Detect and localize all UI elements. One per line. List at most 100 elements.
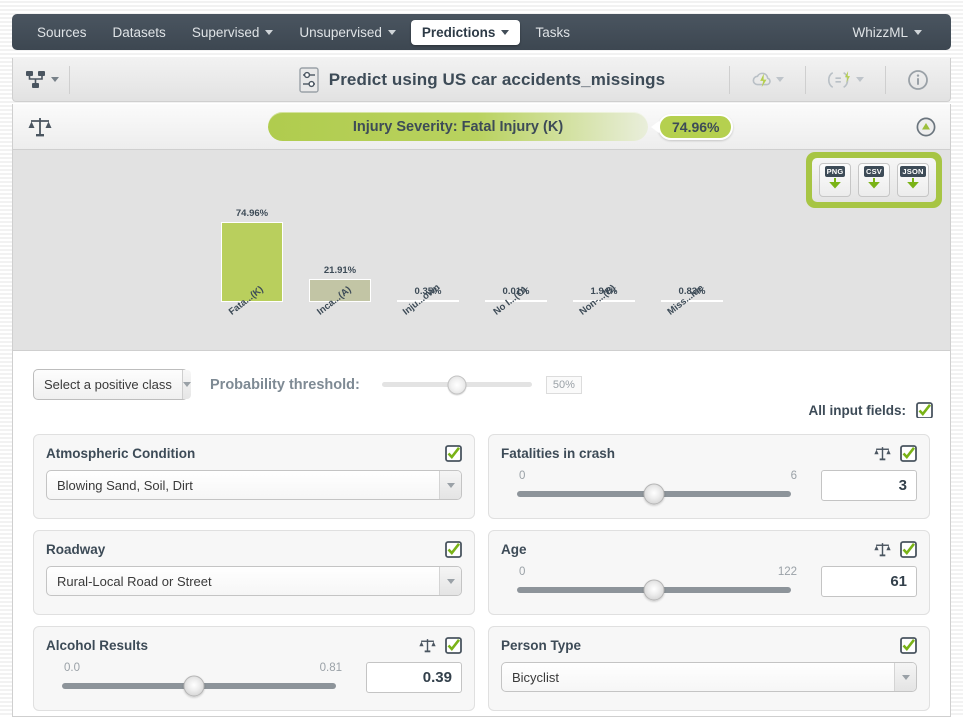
age-max: 122 xyxy=(777,566,797,578)
person-type-value: Bicyclist xyxy=(512,669,559,685)
bar-column: 0.01% No I...(O) xyxy=(472,285,560,318)
roadway-select[interactable]: Rural-Local Road or Street xyxy=(46,566,462,596)
bar-value-label: 21.91% xyxy=(323,265,357,276)
alcohol-results-input[interactable]: 0.39 xyxy=(366,662,462,693)
bar-column: 74.96% Fata...(K) xyxy=(208,208,296,318)
alcohol-results-range: 0.0 0.81 xyxy=(46,662,352,674)
alcohol-results-slider[interactable] xyxy=(62,675,336,697)
info-button[interactable] xyxy=(896,69,940,91)
field-card-icons xyxy=(418,637,462,654)
field-card-icons xyxy=(873,445,917,462)
toolbar-actions xyxy=(719,65,950,94)
positive-class-value: Select a positive class xyxy=(44,377,172,392)
export-png-button[interactable]: PNG xyxy=(819,163,851,197)
checkbox-checked-icon[interactable] xyxy=(900,445,917,462)
fatalities-in-crash-slider-group: 06 xyxy=(501,470,821,505)
collapse-up-icon xyxy=(916,117,936,136)
nav-items: Sources Datasets Supervised Unsupervised Pre… xyxy=(26,19,585,45)
chevron-down-icon xyxy=(265,29,274,35)
field-card-person-type: Person Type Bicyclist xyxy=(488,626,930,711)
export-json-button[interactable]: JSON xyxy=(897,163,929,197)
checkbox-checked-icon[interactable] xyxy=(445,445,462,462)
export-panel: PNG CSV JSON xyxy=(806,152,942,208)
bar-column: 0.35% Inju...own xyxy=(384,282,472,318)
age-range: 0 122 xyxy=(501,566,807,578)
checkbox-checked-icon[interactable] xyxy=(916,402,933,419)
bar-value-label: 74.96% xyxy=(235,208,269,219)
field-card-header: Person Type xyxy=(501,637,917,654)
field-card-alcohol-results: Alcohol Results 0.0 0.81 0.39 xyxy=(33,626,475,711)
confidence-badge: 74.96% xyxy=(658,113,734,140)
nav-item-whizzml[interactable]: WhizzML xyxy=(841,20,933,45)
objective-label: Injury Severity: Fatal Injury (K) xyxy=(352,118,564,135)
input-fields-grid: Atmospheric Condition Blowing Sand, Soil,… xyxy=(12,418,951,717)
person-type-title: Person Type xyxy=(501,638,582,653)
person-type-select[interactable]: Bicyclist xyxy=(501,662,917,692)
scales-icon[interactable] xyxy=(873,445,892,462)
nav-item-supervised[interactable]: Supervised xyxy=(181,20,285,45)
fatalities-in-crash-number-row: 063 xyxy=(501,470,917,505)
probability-bar-chart: 74.96% Fata...(K) 21.91% Inca...(A) 0.35% Inj… xyxy=(208,182,738,318)
chevron-down-icon xyxy=(501,29,510,35)
probability-threshold-label: Probability threshold: xyxy=(210,376,360,393)
nav-item-label: Tasks xyxy=(535,24,570,40)
checkbox-checked-icon[interactable] xyxy=(900,541,917,558)
nav-item-unsupervised[interactable]: Unsupervised xyxy=(288,20,407,45)
download-arrow-icon xyxy=(907,178,919,189)
toolbar-divider xyxy=(805,65,806,94)
fatalities-in-crash-min: 0 xyxy=(519,470,526,482)
nav-item-label: Unsupervised xyxy=(299,24,382,40)
model-selector-button[interactable] xyxy=(25,70,59,90)
age-min: 0 xyxy=(519,566,526,578)
age-slider[interactable] xyxy=(517,579,791,601)
fatalities-in-crash-input[interactable]: 3 xyxy=(821,470,917,501)
batch-prediction-icon xyxy=(827,70,850,88)
nav-item-sources[interactable]: Sources xyxy=(26,20,98,45)
download-arrow-icon xyxy=(868,178,880,189)
scales-icon[interactable] xyxy=(873,541,892,558)
slider-knob[interactable] xyxy=(447,375,467,394)
slider-knob[interactable] xyxy=(643,579,665,601)
nav-item-datasets[interactable]: Datasets xyxy=(102,20,177,45)
decision-tree-icon xyxy=(26,70,45,88)
age-input[interactable]: 61 xyxy=(821,566,917,597)
alcohol-results-max: 0.81 xyxy=(319,662,342,674)
positive-class-select[interactable]: Select a positive class xyxy=(33,369,191,400)
checkbox-checked-icon[interactable] xyxy=(445,541,462,558)
collapse-panel-button[interactable] xyxy=(916,117,936,137)
toolbar-left xyxy=(13,65,80,94)
field-card-header: Alcohol Results xyxy=(46,637,462,654)
create-prediction-button[interactable] xyxy=(740,70,795,90)
field-card-header: Roadway xyxy=(46,541,462,558)
nav-item-label: Predictions xyxy=(421,24,496,40)
app-root: Sources Datasets Supervised Unsupervised Pre… xyxy=(0,0,963,717)
alcohol-results-input-value: 0.39 xyxy=(422,669,452,686)
checkbox-checked-icon[interactable] xyxy=(445,637,462,654)
nav-item-label: Datasets xyxy=(112,24,166,40)
all-input-fields-label: All input fields: xyxy=(808,403,907,418)
fatalities-in-crash-slider[interactable] xyxy=(517,483,791,505)
field-card-icons xyxy=(445,445,462,462)
scales-icon[interactable] xyxy=(418,637,437,654)
nav-item-label: WhizzML xyxy=(852,24,908,40)
field-card-icons xyxy=(900,637,917,654)
checkbox-checked-icon[interactable] xyxy=(900,637,917,654)
resource-toolbar: Predict using US car accidents_missings xyxy=(12,58,951,102)
batch-prediction-button[interactable] xyxy=(816,70,875,90)
field-card-icons xyxy=(445,541,462,558)
slider-knob[interactable] xyxy=(183,675,205,697)
atmospheric-condition-title: Atmospheric Condition xyxy=(46,446,196,461)
alcohol-results-slider-group: 0.0 0.81 xyxy=(46,662,366,697)
cloud-lightning-icon xyxy=(752,72,771,87)
confidence-value: 74.96% xyxy=(672,118,720,135)
export-csv-button[interactable]: CSV xyxy=(858,163,890,197)
nav-item-tasks[interactable]: Tasks xyxy=(524,20,581,45)
download-arrow-icon xyxy=(829,178,841,189)
chevron-down-icon xyxy=(181,370,191,399)
atmospheric-condition-select[interactable]: Blowing Sand, Soil, Dirt xyxy=(46,470,462,500)
fatalities-in-crash-title: Fatalities in crash xyxy=(501,446,616,461)
field-card-header: Fatalities in crash xyxy=(501,445,917,462)
nav-item-predictions[interactable]: Predictions xyxy=(410,19,521,45)
probability-threshold-slider[interactable] xyxy=(381,375,532,394)
slider-knob[interactable] xyxy=(643,483,665,505)
